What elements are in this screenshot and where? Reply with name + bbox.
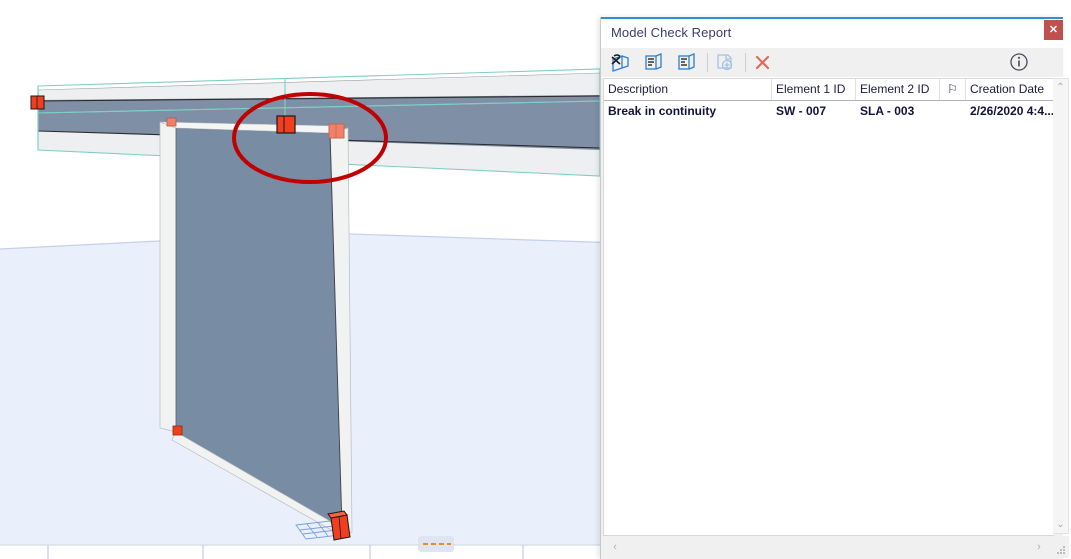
table-horizontal-scrollbar[interactable]: ‹ › <box>603 536 1069 558</box>
connection-node-main[interactable] <box>276 115 296 134</box>
connection-node-wall-bottom-left[interactable] <box>172 425 183 436</box>
panel-resize-grip[interactable] <box>1056 546 1066 556</box>
column-header-element-1-id[interactable]: Element 1 ID <box>772 79 856 100</box>
panel-title: Model Check Report <box>611 25 732 40</box>
delete-icon[interactable] <box>751 51 775 74</box>
table-header-row: Description Element 1 ID Element 2 ID ⚐ … <box>604 79 1054 101</box>
panel-title-bar[interactable]: Model Check Report ✕ <box>601 19 1063 48</box>
scroll-left-icon[interactable]: ‹ <box>607 539 623 555</box>
panel-toolbar <box>601 48 1063 78</box>
cell-flag <box>940 101 966 121</box>
column-header-creation-date[interactable]: Creation Date <box>966 79 1054 100</box>
cell-creation-date: 2/26/2020 4:4... <box>970 104 1054 118</box>
connection-node-left-end[interactable] <box>30 95 45 110</box>
cell-element-1-id: SW - 007 <box>776 104 827 118</box>
scroll-up-icon[interactable]: ⌃ <box>1053 79 1068 96</box>
add-issue-icon <box>713 51 737 74</box>
wall-left-edge <box>159 121 177 433</box>
table-row[interactable]: Break in continuity SW - 007 SLA - 003 2… <box>604 101 1054 121</box>
toolbar-separator-2 <box>745 53 746 72</box>
connection-node-mid-small[interactable] <box>166 117 177 127</box>
toolbar-separator-1 <box>707 53 708 72</box>
column-header-description[interactable]: Description <box>604 79 772 100</box>
scroll-down-icon[interactable]: ⌄ <box>1053 516 1068 533</box>
scroll-right-icon[interactable]: › <box>1031 539 1047 555</box>
check-model-icon[interactable] <box>609 51 633 74</box>
column-header-flag-icon[interactable]: ⚐ <box>940 79 966 100</box>
report-table[interactable]: Description Element 1 ID Element 2 ID ⚐ … <box>603 78 1054 536</box>
connection-node-right-pale[interactable] <box>328 123 345 139</box>
column-header-element-2-id[interactable]: Element 2 ID <box>856 79 940 100</box>
cell-description: Break in continuity <box>608 104 717 118</box>
model-check-report-panel: Model Check Report ✕ Description Element… <box>600 17 1069 559</box>
table-vertical-scrollbar[interactable]: ⌃ ⌄ <box>1053 78 1069 534</box>
cell-element-2-id: SLA - 003 <box>860 104 915 118</box>
close-icon[interactable]: ✕ <box>1044 20 1063 40</box>
dashed-line-marker[interactable] <box>418 536 454 552</box>
report-list-filtered-icon[interactable] <box>675 51 699 74</box>
application-window: Model Check Report ✕ Description Element… <box>0 0 1071 559</box>
info-icon[interactable] <box>1007 51 1031 74</box>
report-list-icon[interactable] <box>642 51 666 74</box>
table-body: Break in continuity SW - 007 SLA - 003 2… <box>604 101 1054 121</box>
